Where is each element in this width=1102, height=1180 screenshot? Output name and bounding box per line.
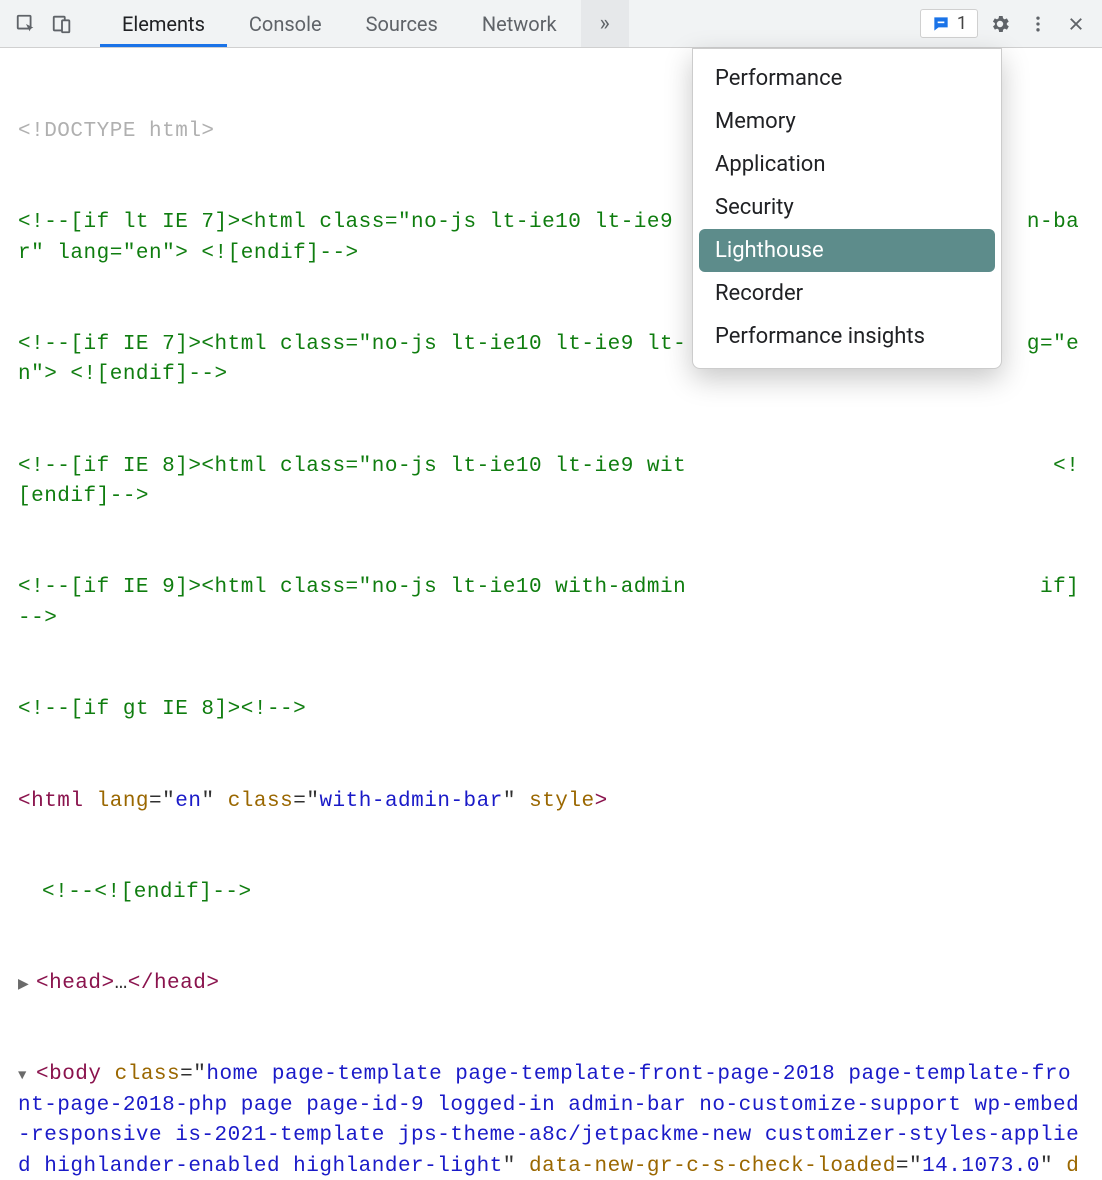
settings-icon[interactable] bbox=[984, 8, 1016, 40]
code-cond-5: <!--[if gt IE 8]><!--> bbox=[18, 695, 1084, 725]
code-cond-4: <!--[if IE 9]><html class="no-js lt-ie10… bbox=[18, 573, 1084, 634]
more-tabs-dropdown: Performance Memory Application Security … bbox=[692, 48, 1002, 369]
toolbar-left-group bbox=[0, 8, 78, 40]
device-toggle-icon[interactable] bbox=[46, 8, 78, 40]
code-html-open: <html lang="en" class="with-admin-bar" s… bbox=[18, 787, 1084, 817]
dropdown-item-lighthouse[interactable]: Lighthouse bbox=[699, 229, 995, 272]
code-cond-3: <!--[if IE 8]><html class="no-js lt-ie10… bbox=[18, 452, 1084, 513]
issues-icon bbox=[931, 14, 951, 34]
expand-icon[interactable]: ▶ bbox=[18, 975, 32, 995]
collapse-icon[interactable]: ▼ bbox=[18, 1066, 32, 1086]
devtools-toolbar: Elements Console Sources Network » 1 bbox=[0, 0, 1102, 48]
dropdown-item-performance[interactable]: Performance bbox=[693, 57, 1001, 100]
inspect-element-icon[interactable] bbox=[10, 8, 42, 40]
dropdown-item-recorder[interactable]: Recorder bbox=[693, 272, 1001, 315]
dropdown-item-security[interactable]: Security bbox=[693, 186, 1001, 229]
issues-button[interactable]: 1 bbox=[920, 9, 978, 38]
issues-count: 1 bbox=[957, 13, 967, 34]
panel-tabs: Elements Console Sources Network bbox=[100, 0, 579, 47]
code-head[interactable]: ▶<head>…</head> bbox=[18, 969, 1084, 999]
dropdown-item-performance-insights[interactable]: Performance insights bbox=[693, 315, 1001, 358]
tab-network[interactable]: Network bbox=[460, 0, 579, 47]
dropdown-item-memory[interactable]: Memory bbox=[693, 100, 1001, 143]
tab-console[interactable]: Console bbox=[227, 0, 344, 47]
toolbar-right-group: 1 bbox=[920, 8, 1102, 40]
code-endif: <!--<![endif]--> bbox=[18, 878, 1084, 908]
code-body[interactable]: ▼<body class="home page-template page-te… bbox=[18, 1060, 1084, 1180]
dropdown-item-application[interactable]: Application bbox=[693, 143, 1001, 186]
close-icon[interactable] bbox=[1060, 8, 1092, 40]
tab-sources[interactable]: Sources bbox=[344, 0, 460, 47]
kebab-menu-icon[interactable] bbox=[1022, 8, 1054, 40]
tab-elements[interactable]: Elements bbox=[100, 0, 227, 47]
more-tabs-button[interactable]: » bbox=[581, 0, 629, 47]
